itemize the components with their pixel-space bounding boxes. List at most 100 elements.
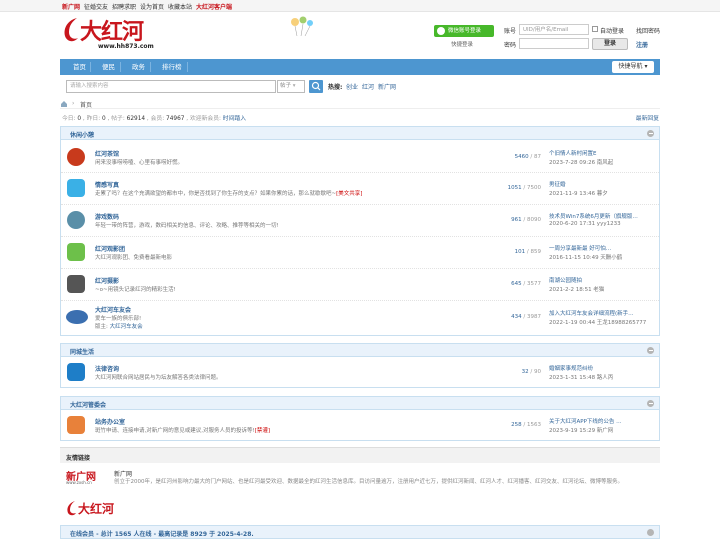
forum-name[interactable]: 大红河车友会 — [95, 305, 131, 314]
last-post-meta: 2023-7-28 09:26 南风起 — [549, 160, 614, 166]
password-label: 密码 — [504, 42, 517, 49]
forum-description: 爱车一族的俱乐部! — [95, 316, 142, 322]
legal-search-icon[interactable] — [67, 363, 85, 381]
forum-name[interactable]: 站务办公室 — [95, 417, 125, 426]
forgot-password-link[interactable]: 找回密码 — [636, 26, 660, 35]
forum-counts: 645 / 3577 — [511, 281, 541, 287]
category-title[interactable]: 同城生活 — [70, 347, 94, 356]
home-icon[interactable] — [60, 100, 67, 107]
friend-link-name[interactable]: 新广网 — [114, 469, 132, 478]
moderator-link[interactable]: 大红河车友会 — [110, 324, 143, 330]
logo-text[interactable]: 大红河 — [80, 14, 144, 46]
hot-search-link[interactable]: 创业 — [346, 82, 358, 91]
xinguang-logo[interactable]: 新广网 www.zxsh.cn — [66, 468, 108, 485]
last-post-title[interactable]: 一周分享最新最 好可怕… — [549, 244, 611, 252]
hot-search-link[interactable]: 新广网 — [378, 82, 396, 91]
recent-replies-link[interactable]: 最新回复 — [636, 113, 659, 122]
category-header: 大红河管委会 — [61, 397, 659, 410]
nav-divider — [187, 62, 188, 72]
friend-links-header: 友情链接 — [60, 447, 660, 463]
forum-name[interactable]: 情感写真 — [95, 180, 119, 189]
camera-icon[interactable] — [67, 275, 85, 293]
top-link-set-home[interactable]: 设为首页 — [140, 2, 164, 11]
forum-name[interactable]: 红河摄影 — [95, 276, 119, 285]
last-post-title[interactable]: 南湖公园随拍 — [549, 276, 582, 284]
collapse-icon[interactable] — [647, 400, 654, 407]
header-decoration — [291, 16, 313, 37]
forum-row: 游戏数码 年轻一带的阵营，游戏，数码相关的信息、评论、攻略、推荐等相关的一切! … — [61, 205, 659, 237]
last-post-title[interactable]: 婚姻家事规范纠纷 — [549, 364, 593, 372]
friend-links-title: 友情链接 — [66, 455, 91, 462]
account-label: 账号 — [504, 28, 517, 35]
teahouse-icon[interactable] — [67, 148, 85, 166]
quick-nav-button[interactable]: 快捷导航 ▾ — [612, 61, 654, 73]
category-admin: 大红河管委会 站务办公室 斑竹申请、连接申请,对新广网的意见或建议,对服务人员的… — [60, 396, 660, 441]
forum-stats: 今日: 0 , 昨日: 0 , 帖子: 62914 , 会员: 74967 , … — [62, 116, 246, 122]
forum-row: 红河摄影 ~o~用镜头记录红河的精彩生活! 645 / 3577 南湖公园随拍 … — [61, 269, 659, 301]
online-members-bar: 在线会员 - 总计 1565 人在线 - 最高记录是 8929 于 2025-4… — [60, 525, 660, 539]
new-member-link[interactable]: 时间踏入 — [223, 116, 246, 122]
main-nav: 首页 便民 政务 排行榜 快捷导航 ▾ — [60, 59, 660, 75]
breadcrumb-home[interactable]: 首页 — [80, 100, 92, 109]
forum-description: ~o~用镜头记录红河的精彩生活! — [95, 287, 176, 293]
category-title[interactable]: 休闲小憩 — [70, 130, 94, 139]
video-icon[interactable] — [67, 243, 85, 261]
last-post-title[interactable]: 加入大红河车友会详细流程(新手… — [549, 309, 634, 317]
collapse-icon[interactable] — [647, 347, 654, 354]
category-title[interactable]: 大红河管委会 — [70, 400, 106, 409]
forum-name[interactable]: 法律咨询 — [95, 364, 119, 373]
last-post-title[interactable]: 个旧情人新村闲置E — [549, 149, 596, 157]
search-input[interactable]: 请输入搜索内容 — [66, 80, 276, 93]
forum-row: 法律咨询 大红河网联合网站居民与为坛友解答各类法律问题。 32 / 90 婚姻家… — [61, 358, 659, 388]
last-post-meta: 2021-2-2 18:51 老猫 — [549, 287, 605, 293]
car-club-icon[interactable] — [66, 310, 88, 324]
forum-name[interactable]: 红河茶馆 — [95, 149, 119, 158]
online-members-text[interactable]: 在线会员 - 总计 1565 人在线 - 最高记录是 8929 于 2025-4… — [70, 529, 254, 538]
friend-link-description: 创立于2000年，是红河州影响力最大的门户网站、也是红河最受欢迎、数据最全的红河… — [114, 479, 624, 485]
chevron-down-icon: ▾ — [644, 63, 648, 70]
auto-login-label: 自动登录 — [600, 28, 625, 35]
logo-icon[interactable] — [62, 16, 82, 44]
top-link-xinguang[interactable]: 新广网 — [62, 2, 80, 11]
top-link-jobs[interactable]: 招聘求职 — [112, 2, 136, 11]
password-input[interactable] — [519, 38, 589, 49]
category-header: 休闲小憩 — [61, 127, 659, 140]
logo-icon — [67, 501, 76, 516]
last-post-meta: 2021-11-9 13:46 暮夕 — [549, 191, 608, 197]
forum-row: 情感写真 走累了吗？在这个充满欲望的都市中，你是否找到了你生存的支点？如果你累的… — [61, 173, 659, 205]
forum-row: 大红河车友会 爱车一族的俱乐部! 版主: 大红河车友会 434 / 3987 加… — [61, 301, 659, 336]
hot-search-link[interactable]: 红河 — [362, 82, 374, 91]
auto-login-checkbox[interactable] — [592, 26, 598, 32]
office-icon[interactable] — [67, 416, 85, 434]
search-type-select[interactable]: 帖子 ▾ — [277, 80, 305, 93]
film-reel-icon[interactable] — [67, 211, 85, 229]
collapse-icon[interactable] — [647, 130, 654, 137]
search-button[interactable] — [309, 80, 323, 93]
wechat-icon — [437, 27, 445, 35]
forum-counts: 1051 / 7500 — [507, 185, 541, 191]
category-header: 同城生活 — [61, 344, 659, 357]
account-input[interactable]: UID/用户名/Email — [519, 24, 589, 35]
forum-row: 红河观影团 大红河观影团、免费看最新电影 101 / 859 一周分享最新最 好… — [61, 237, 659, 269]
top-link-dating[interactable]: 征婚交友 — [84, 2, 108, 11]
last-post-meta: 2023-9-19 15:29 新广网 — [549, 428, 614, 434]
last-post-title[interactable]: 技术员Win7系统6月更新（旗舰版… — [549, 212, 638, 220]
forum-counts: 258 / 1563 — [511, 422, 541, 428]
logo-url: www.hh873.com — [98, 43, 154, 50]
forum-name[interactable]: 游戏数码 — [95, 212, 119, 221]
search-icon — [311, 81, 321, 91]
forum-counts: 961 / 8090 — [511, 217, 541, 223]
last-post-meta: 2016-11-15 10:49 天酬小鹤 — [549, 255, 623, 261]
last-post-meta: 2022-1-19 00:44 王龙18988265777 — [549, 320, 647, 326]
login-button[interactable]: 登录 — [592, 38, 628, 50]
collapse-icon[interactable] — [647, 529, 654, 536]
top-link-bookmark[interactable]: 收藏本站 — [168, 2, 192, 11]
register-link[interactable]: 注册 — [636, 40, 648, 49]
forum-name[interactable]: 红河观影团 — [95, 244, 125, 253]
last-post-title[interactable]: 关于大红河APP下线的公告 … — [549, 417, 622, 425]
wechat-login-button[interactable]: 微信账号登录 — [434, 25, 494, 37]
top-link-app[interactable]: 大红河客户端 — [196, 2, 232, 11]
last-post-title[interactable]: 男征婚 — [549, 180, 566, 188]
coffee-cup-icon[interactable] — [67, 179, 85, 197]
forum-row: 站务办公室 斑竹申请、连接申请,对新广网的意见或建议,对服务人员的投诉等![禁灌… — [61, 411, 659, 441]
